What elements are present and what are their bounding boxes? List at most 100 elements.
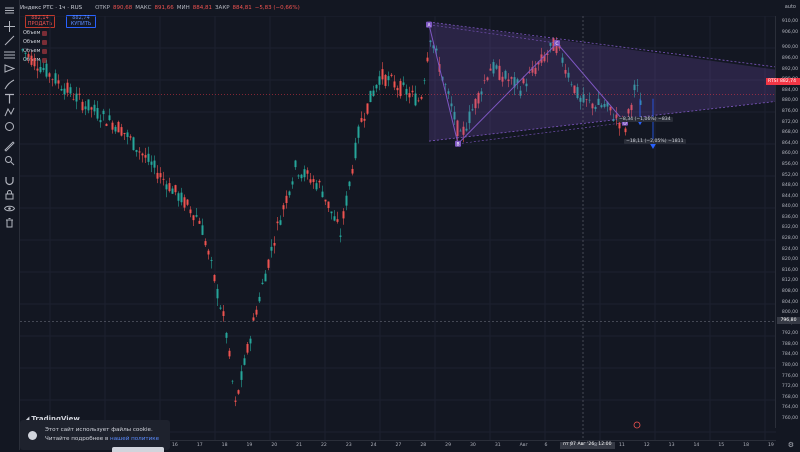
candle-body [225,332,228,338]
price-tick: 844,00 [781,193,798,199]
price-tick: 768,00 [781,394,798,400]
time-tick: 7 [569,443,573,448]
menu-icon[interactable] [3,4,16,17]
candle-body [405,88,408,95]
brush-icon[interactable] [3,78,16,91]
pattern-point-label: B [456,142,459,148]
candle-body [366,103,369,114]
candle-body [129,136,132,138]
time-tick: 21 [296,443,303,448]
price-tick: 868,00 [781,130,798,136]
candle-body [174,185,177,193]
candle-body [252,317,255,321]
candle-body [33,58,36,67]
symbol-title[interactable]: Индекс РТС · 1ч · RUS [20,5,82,11]
candle-body [345,195,348,206]
candle-body [240,371,243,380]
price-tick: 848,00 [781,183,798,189]
candle-body [318,180,321,183]
price-tick: 910,00 [781,19,798,24]
candle-body [177,193,180,201]
pattern-icon[interactable] [3,106,16,119]
price-tick: 836,00 [781,214,798,220]
candle-body [54,73,57,84]
magnet-icon[interactable] [3,174,16,187]
candle-body [222,311,225,317]
price-tick: 824,00 [781,246,798,252]
candle-body [69,87,72,94]
candle-body [246,344,249,353]
crosshair-time: 12:00 [598,442,612,447]
candle-body [99,120,102,123]
lock-icon[interactable] [3,188,16,201]
candle-body [168,183,171,192]
time-tick: 31 [494,443,501,448]
time-tick: Авг [519,443,528,448]
price-tick: 864,00 [781,140,798,146]
candle-body [390,74,393,76]
candle-body [420,97,423,99]
low-label: МИН [176,5,190,11]
candle-body [402,82,405,85]
price-tick: 780,00 [781,363,798,369]
time-tick: 27 [395,443,402,448]
candle-body [336,219,339,222]
candle-body [282,205,285,210]
open-value: 890,68 [113,5,133,11]
time-tick: 16 [172,443,178,448]
candle-body [102,110,105,115]
candle-body [153,160,156,168]
candle-body [375,84,378,89]
drawing-toolbar [0,0,20,450]
price-tick: 764,00 [781,405,798,411]
candle-body [117,121,120,133]
ruler-icon[interactable] [3,140,16,153]
cookie-policy-link[interactable]: нашей политике [110,436,159,442]
candle-body [264,273,267,282]
price-tick: 880,00 [781,98,798,104]
candle-body [381,69,384,80]
candle-body [57,80,60,84]
zoom-icon[interactable] [3,154,16,167]
price-tick: 788,00 [781,341,798,347]
candle-body [363,118,366,121]
crosshair-icon[interactable] [3,20,16,33]
price-tick: 856,00 [781,161,798,167]
candle-body [45,63,48,77]
cookie-prefix: Читайте подробнее в [45,436,111,442]
horizontal-lines-icon[interactable] [3,48,16,61]
price-tick: 892,00 [781,66,798,72]
dividend-marker [633,421,641,429]
price-chart[interactable]: ABCD [20,16,776,440]
prediction-icon[interactable] [3,120,16,133]
scale-mode[interactable]: auto [785,4,796,10]
candle-body [237,390,240,394]
pitchfork-icon[interactable] [3,62,16,75]
candle-body [291,181,294,185]
eye-icon[interactable] [3,202,16,215]
candle-body [276,221,279,224]
price-tick: 816,00 [781,267,798,273]
settings-gear-icon[interactable]: ⚙ [788,441,794,449]
time-tick: 23 [345,443,352,448]
trendline-icon[interactable] [3,34,16,47]
price-tick: 860,00 [781,151,798,157]
candle-body [138,151,141,153]
candle-body [216,288,219,299]
candle-body [315,183,318,190]
time-tick: 13 [668,443,675,448]
candle-body [231,380,234,382]
candle-body [147,153,150,162]
price-tick: 896,00 [781,56,798,62]
price-tick: 884,00 [781,87,798,93]
current-price-symbol: RTSI [768,79,778,84]
text-icon[interactable] [3,92,16,105]
candle-body [267,259,270,268]
candle-body [273,242,276,246]
price-tick: 820,00 [781,257,798,263]
trash-icon[interactable] [3,216,16,229]
candle-body [228,350,231,357]
time-tick: 20 [271,443,278,448]
candle-body [201,225,204,235]
time-tick: 12 [643,443,650,448]
